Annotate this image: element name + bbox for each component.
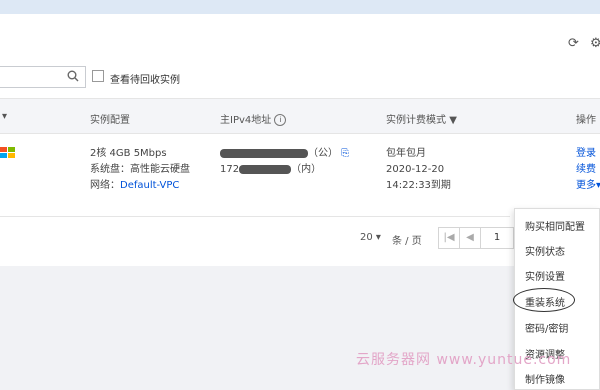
redacted-ip	[220, 148, 308, 158]
vpc-link[interactable]: Default-VPC	[120, 180, 179, 191]
page-size-unit: 条 / 页	[392, 236, 422, 247]
ip-address: （公） ⎘ 172 （内）	[220, 146, 349, 178]
billing-info: 包年包月 2020-12-20 14:22:33到期	[386, 146, 451, 194]
search-input[interactable]	[0, 66, 86, 88]
prev-page-button[interactable]: ◀	[459, 227, 481, 249]
page-size-select[interactable]: 20 ▾	[360, 232, 381, 243]
row-divider	[0, 216, 510, 217]
recycle-checkbox[interactable]	[92, 70, 104, 82]
col-ip: 主IPv4地址 i	[220, 111, 287, 126]
gear-icon[interactable]: ⚙	[590, 36, 600, 51]
billing-mode: 包年包月	[386, 148, 426, 159]
watermark: 云服务器网 www.yuntue.com	[356, 352, 572, 368]
col-billing: 实例计费模式 ▼	[386, 115, 457, 126]
redacted-ip	[239, 164, 292, 174]
row-actions: 登录 续费 更多▾	[576, 146, 600, 194]
page-number-input[interactable]: 1	[480, 227, 514, 249]
login-link[interactable]: 登录	[576, 146, 600, 162]
menu-item-password-key[interactable]: 密码/密钥	[525, 320, 568, 335]
private-ip: 172 （内）	[220, 164, 322, 175]
network: 网络：Default-VPC	[90, 180, 180, 191]
first-page-button[interactable]: |◀	[438, 227, 460, 249]
highlight-circle	[513, 288, 575, 312]
more-link[interactable]: 更多▾	[576, 178, 600, 194]
search-icon[interactable]	[67, 70, 79, 85]
copy-icon[interactable]: ⎘	[341, 148, 349, 159]
menu-item-create-image[interactable]: 制作镜像	[525, 371, 565, 386]
instance-config: 2核 4GB 5Mbps 系统盘：高性能云硬盘 网络：Default-VPC	[90, 146, 190, 194]
menu-item-buy-same[interactable]: 购买相同配置	[525, 218, 585, 233]
system-disk: 系统盘：高性能云硬盘	[90, 164, 190, 175]
col-ops: 操作	[576, 115, 596, 126]
top-banner	[0, 0, 600, 14]
windows-icon	[0, 147, 16, 159]
filter-icon[interactable]: ▼	[449, 115, 457, 126]
public-ip: （公） ⎘	[220, 146, 349, 162]
expire-date: 2020-12-20	[386, 164, 445, 175]
info-icon[interactable]: i	[274, 114, 287, 126]
recycle-checkbox-label: 查看待回收实例	[110, 75, 180, 86]
filter-icon[interactable]: ▾	[2, 111, 7, 122]
menu-item-instance-settings[interactable]: 实例设置	[525, 268, 565, 283]
cpu-mem-bandwidth: 2核 4GB 5Mbps	[90, 148, 167, 159]
expire-time: 14:22:33到期	[386, 180, 451, 191]
renew-link[interactable]: 续费	[576, 162, 600, 178]
col-config: 实例配置	[90, 115, 130, 126]
table-header: ▾ 实例配置 主IPv4地址 i 实例计费模式 ▼ 操作	[0, 98, 600, 134]
menu-item-instance-status[interactable]: 实例状态	[525, 243, 565, 258]
refresh-icon[interactable]: ⟳	[568, 36, 579, 51]
